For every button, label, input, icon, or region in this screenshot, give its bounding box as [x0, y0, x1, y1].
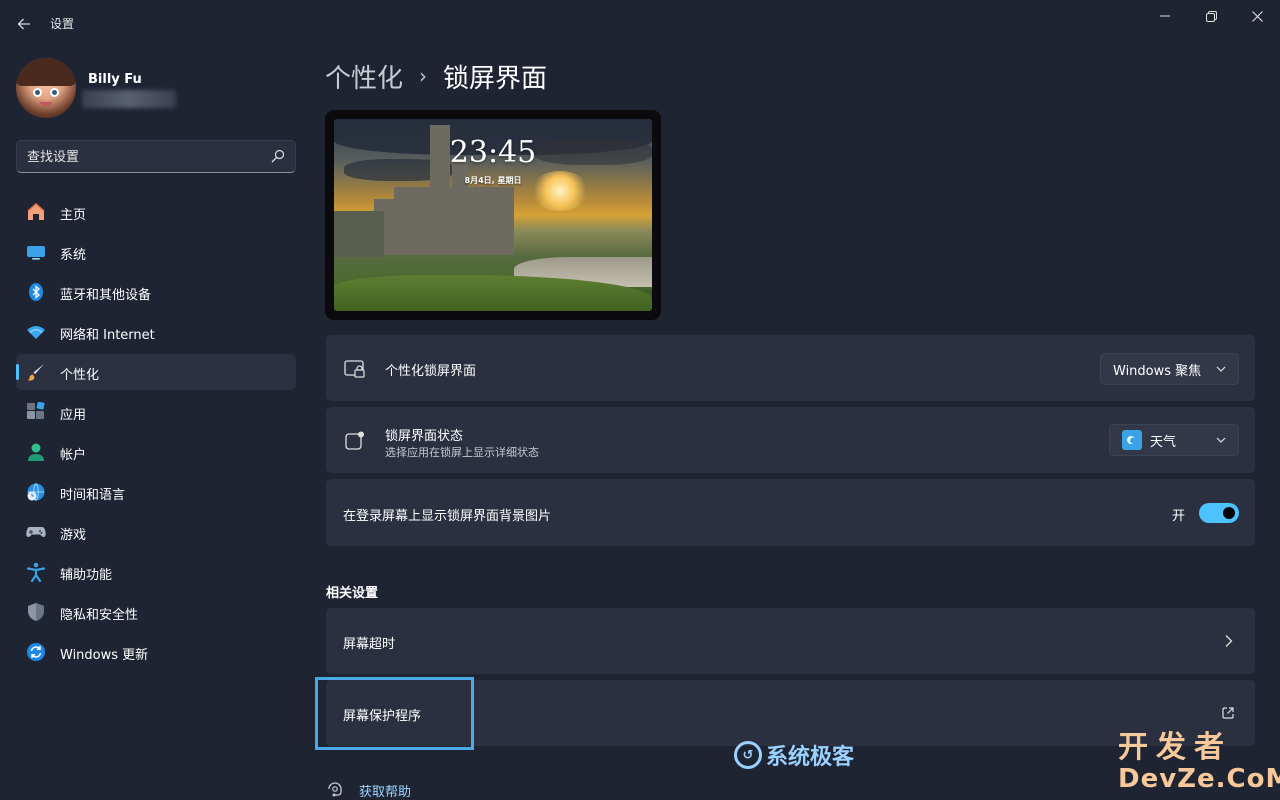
chevron-down-icon	[1216, 437, 1226, 443]
lock-screen-status-description: 选择应用在锁屏上显示详细状态	[385, 446, 539, 459]
sidebar-item-label: 帐户	[60, 448, 87, 463]
avatar	[16, 58, 76, 118]
globe-clock-icon	[26, 482, 46, 502]
sidebar-item-label: 应用	[60, 408, 87, 423]
dropdown-value: Windows 聚焦	[1113, 363, 1202, 379]
restore-button[interactable]	[1188, 0, 1234, 32]
sidebar-item-privacy[interactable]: 隐私和安全性	[16, 594, 296, 630]
brush-icon	[26, 362, 46, 382]
close-icon	[1251, 10, 1263, 22]
breadcrumb-separator: ›	[419, 64, 428, 88]
chevron-down-icon	[1216, 366, 1226, 372]
lock-screen-icon	[344, 360, 365, 378]
watermark-site2-bottom: DevZe.CoM	[1118, 764, 1280, 794]
user-profile[interactable]: Billy Fu	[16, 58, 296, 118]
account-icon	[26, 442, 46, 462]
restore-icon	[1205, 10, 1217, 22]
refresh-icon	[26, 642, 46, 662]
personalize-lock-screen-row: 个性化锁屏界面 Windows 聚焦	[326, 335, 1255, 401]
sidebar-item-label: 蓝牙和其他设备	[60, 288, 152, 303]
preview-image: 23:45 8月4日, 星期日	[334, 119, 652, 311]
app-title: 设置	[50, 17, 75, 31]
sidebar-item-label: 网络和 Internet	[60, 328, 155, 343]
search-icon[interactable]	[271, 149, 285, 163]
sidebar-item-time-language[interactable]: 时间和语言	[16, 474, 296, 510]
watermark-site2: 开发者 DevZe.CoM	[1118, 730, 1280, 794]
lock-time: 23:45	[449, 135, 537, 170]
highlight-box	[315, 677, 474, 750]
toggle-state-label: 开	[1172, 509, 1186, 524]
sidebar-nav: 主页 系统 蓝牙和其他设备 网络和 Internet 个性化 应用 帐户 时间和…	[16, 194, 296, 674]
sidebar-item-label: 系统	[60, 248, 87, 263]
screen-timeout-row[interactable]: 屏幕超时	[326, 608, 1255, 674]
sidebar-item-accounts[interactable]: 帐户	[16, 434, 296, 470]
get-help-link[interactable]: 获取帮助	[326, 780, 411, 800]
related-settings-header: 相关设置	[326, 586, 379, 601]
help-icon	[328, 782, 342, 797]
apps-icon	[26, 402, 46, 422]
lock-screen-type-dropdown[interactable]: Windows 聚焦	[1100, 353, 1239, 385]
sidebar-item-system[interactable]: 系统	[16, 234, 296, 270]
back-button[interactable]	[10, 10, 38, 38]
lock-screen-status-label: 锁屏界面状态	[385, 429, 464, 444]
sidebar-item-label: 个性化	[60, 368, 100, 383]
signin-background-toggle[interactable]	[1199, 503, 1239, 523]
minimize-button[interactable]	[1142, 0, 1188, 32]
signin-background-label: 在登录屏幕上显示锁屏界面背景图片	[343, 509, 552, 524]
personalize-lock-screen-label: 个性化锁屏界面	[385, 364, 477, 379]
lock-screen-status-dropdown[interactable]: 天气	[1109, 424, 1239, 456]
accessibility-icon	[26, 562, 46, 582]
lock-screen-status-row: 锁屏界面状态 选择应用在锁屏上显示详细状态 天气	[326, 407, 1255, 473]
screen-timeout-label: 屏幕超时	[343, 637, 396, 652]
sidebar-item-apps[interactable]: 应用	[16, 394, 296, 430]
weather-icon	[1122, 430, 1142, 450]
sidebar-item-personalization[interactable]: 个性化	[16, 354, 296, 390]
shield-icon	[26, 602, 46, 622]
signin-background-row: 在登录屏幕上显示锁屏界面背景图片 开	[326, 479, 1255, 546]
home-icon	[26, 202, 46, 222]
breadcrumb: 个性化 › 锁屏界面	[325, 56, 547, 96]
bluetooth-icon	[26, 282, 46, 302]
display-icon	[26, 242, 46, 262]
wifi-icon	[26, 322, 46, 342]
sidebar-item-home[interactable]: 主页	[16, 194, 296, 230]
watermark-site1-text: 系统极客	[766, 745, 855, 770]
chevron-right-icon	[1225, 635, 1233, 647]
get-help-label: 获取帮助	[359, 784, 412, 800]
sidebar-item-label: 隐私和安全性	[60, 608, 139, 623]
lock-date: 8月4日, 星期日	[464, 176, 522, 185]
watermark-site2-top: 开发者	[1118, 730, 1232, 765]
dropdown-value: 天气	[1150, 434, 1177, 450]
sidebar-item-label: 游戏	[60, 528, 87, 543]
sidebar-item-gaming[interactable]: 游戏	[16, 514, 296, 550]
sidebar-item-accessibility[interactable]: 辅助功能	[16, 554, 296, 590]
lock-screen-preview: 23:45 8月4日, 星期日	[325, 110, 661, 320]
sidebar-item-network[interactable]: 网络和 Internet	[16, 314, 296, 350]
arrow-left-icon	[17, 18, 30, 30]
title-bar: 设置	[0, 0, 1280, 48]
gamepad-icon	[26, 522, 46, 542]
sidebar-item-label: Windows 更新	[60, 648, 149, 663]
watermark-site1: ↺ 系统极客	[734, 740, 854, 770]
search-box[interactable]	[16, 140, 296, 173]
sidebar-item-label: 辅助功能	[60, 568, 113, 583]
toggle-knob	[1223, 507, 1235, 519]
sidebar-item-bluetooth[interactable]: 蓝牙和其他设备	[16, 274, 296, 310]
user-name: Billy Fu	[88, 72, 142, 87]
page-title: 锁屏界面	[443, 63, 548, 94]
search-input[interactable]	[27, 148, 257, 166]
notification-dot-icon	[345, 431, 364, 450]
user-email-blurred	[82, 90, 176, 108]
watermark-logo-icon: ↺	[734, 741, 762, 769]
sidebar-item-windows-update[interactable]: Windows 更新	[16, 634, 296, 670]
sidebar-item-label: 主页	[60, 208, 87, 223]
sidebar-item-label: 时间和语言	[60, 488, 126, 503]
minimize-icon	[1160, 15, 1170, 17]
external-link-icon	[1222, 707, 1234, 719]
breadcrumb-parent[interactable]: 个性化	[325, 58, 403, 95]
close-button[interactable]	[1234, 0, 1280, 32]
